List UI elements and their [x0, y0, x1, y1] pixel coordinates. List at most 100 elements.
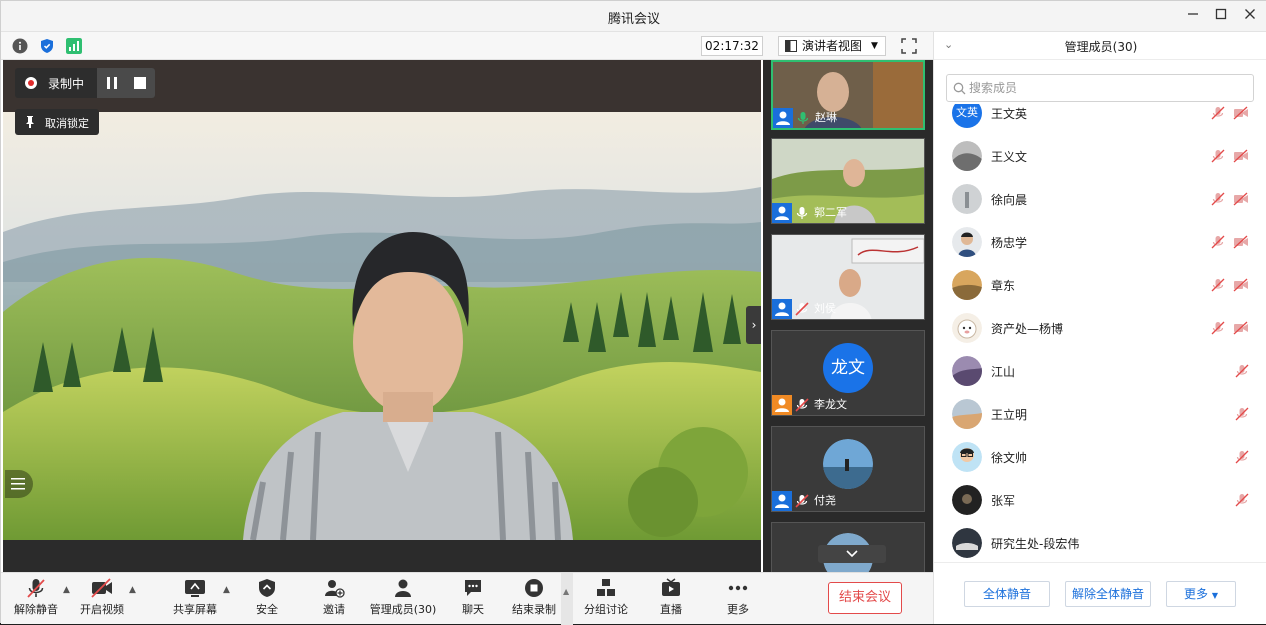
microphone-muted-icon[interactable] — [1211, 235, 1225, 249]
close-icon — [1245, 9, 1255, 19]
chat-icon — [465, 580, 481, 596]
microphone-muted-icon[interactable] — [1235, 450, 1249, 464]
thumbnail-participant[interactable]: 刘侯 — [771, 234, 925, 320]
microphone-muted-icon — [27, 579, 45, 598]
member-row[interactable]: 徐文帅 — [934, 436, 1266, 479]
toolbar-scroll-handle[interactable]: ▲ — [561, 573, 573, 625]
shield-icon[interactable] — [39, 38, 55, 54]
members-panel-header: ⌄ 管理成员(30) — [934, 32, 1266, 60]
caret-down-icon: ▼ — [1211, 591, 1218, 600]
unpin-button[interactable]: 取消锁定 — [15, 109, 99, 135]
more-button[interactable]: 更多 — [718, 577, 758, 623]
more-dots-icon — [728, 585, 748, 591]
chat-button[interactable]: 聊天 — [453, 577, 493, 623]
member-name: 张军 — [991, 494, 1016, 508]
mute-all-button[interactable]: 全体静音 — [964, 581, 1050, 607]
record-indicator-icon — [25, 77, 37, 89]
minimize-button[interactable] — [1180, 5, 1206, 27]
view-selector[interactable]: 演讲者视图 ▼ — [778, 36, 886, 56]
thumbnail-participant[interactable]: 龙文 李龙文 — [771, 330, 925, 416]
search-icon — [953, 82, 966, 95]
camera-off-icon[interactable] — [1233, 321, 1249, 335]
shield-icon — [259, 579, 275, 597]
start-video-button[interactable]: 开启视频 — [77, 577, 127, 623]
signal-icon[interactable] — [66, 38, 82, 54]
member-avatar — [952, 528, 982, 558]
stop-recording-button[interactable]: 结束录制 — [507, 577, 561, 623]
member-avatar — [952, 485, 982, 515]
main-video[interactable]: 录制中 取消锁定 › — [3, 60, 761, 572]
breakout-rooms-button[interactable]: 分组讨论 — [581, 577, 631, 623]
member-search-input[interactable] — [969, 78, 1239, 98]
camera-off-icon[interactable] — [1233, 192, 1249, 206]
panel-more-button[interactable]: 更多 ▼ — [1166, 581, 1236, 607]
microphone-muted-icon[interactable] — [1211, 278, 1225, 292]
live-stream-button[interactable]: 直播 — [651, 577, 691, 623]
thumbnail-participant[interactable]: 赵琳 — [771, 60, 925, 130]
share-screen-label: 共享屏幕 — [173, 603, 217, 616]
audio-options-caret-icon[interactable]: ▲ — [63, 585, 73, 595]
microphone-muted-icon[interactable] — [1211, 106, 1225, 120]
share-screen-button[interactable]: 共享屏幕 — [171, 577, 219, 623]
pin-icon — [26, 116, 34, 128]
close-button[interactable] — [1237, 5, 1263, 27]
thumbnail-participant[interactable] — [771, 522, 925, 572]
invite-button[interactable]: 邀请 — [314, 577, 354, 623]
scroll-down-button[interactable] — [818, 545, 886, 563]
info-icon[interactable] — [12, 38, 28, 54]
camera-off-icon[interactable] — [1233, 278, 1249, 292]
member-row[interactable]: 张军 — [934, 479, 1266, 522]
member-row[interactable]: 王立明 — [934, 393, 1266, 436]
participant-avatar — [823, 439, 873, 489]
thumbnail-participant[interactable]: 郭二军 — [771, 138, 925, 224]
microphone-muted-icon — [795, 398, 809, 412]
speaker-video-scene — [3, 112, 761, 540]
member-row[interactable]: 江山 — [934, 350, 1266, 393]
list-view-toggle[interactable] — [5, 470, 33, 498]
chat-label: 聊天 — [462, 603, 484, 616]
manage-members-label: 管理成员(30) — [369, 603, 437, 616]
participant-thumbnails: 赵琳 郭二军 刘侯 龙文 李龙文 付尧 — [763, 60, 933, 572]
member-row[interactable]: 资产处—杨博 — [934, 307, 1266, 350]
camera-off-icon[interactable] — [1233, 235, 1249, 249]
members-panel: ⌄ 管理成员(30) 文英 王文英 王义文 — [933, 32, 1266, 624]
member-search-box[interactable] — [946, 74, 1254, 102]
microphone-muted-icon[interactable] — [1211, 149, 1225, 163]
fullscreen-icon[interactable] — [901, 38, 917, 54]
thumbnail-collapse-button[interactable]: › — [746, 306, 761, 344]
security-label: 安全 — [256, 603, 278, 616]
share-screen-icon — [185, 580, 205, 597]
unmute-button[interactable]: 解除静音 — [11, 577, 61, 623]
pause-recording-icon[interactable] — [105, 76, 119, 90]
member-name: 研究生处-段宏伟 — [991, 537, 1080, 551]
chevron-down-icon: ▼ — [871, 41, 878, 51]
participant-avatar: 龙文 — [823, 343, 873, 393]
end-meeting-button[interactable]: 结束会议 — [828, 582, 902, 614]
member-avatar — [952, 442, 982, 472]
member-row[interactable]: 章东 — [934, 264, 1266, 307]
camera-off-icon — [91, 578, 112, 598]
microphone-muted-icon[interactable] — [1235, 364, 1249, 378]
microphone-muted-icon[interactable] — [1211, 192, 1225, 206]
video-options-caret-icon[interactable]: ▲ — [129, 585, 139, 595]
camera-off-icon[interactable] — [1233, 106, 1249, 120]
microphone-muted-icon[interactable] — [1235, 407, 1249, 421]
maximize-button[interactable] — [1208, 5, 1234, 27]
camera-off-icon[interactable] — [1233, 149, 1249, 163]
member-name: 王文英 — [991, 107, 1028, 121]
live-stream-label: 直播 — [660, 603, 682, 616]
member-row[interactable]: 王义文 — [934, 135, 1266, 178]
microphone-muted-icon[interactable] — [1235, 493, 1249, 507]
share-options-caret-icon[interactable]: ▲ — [223, 585, 233, 595]
thumbnail-participant[interactable]: 付尧 — [771, 426, 925, 512]
member-row[interactable]: 徐向晨 — [934, 178, 1266, 221]
manage-members-button[interactable]: 管理成员(30) — [369, 577, 437, 623]
member-row[interactable]: 文英 王文英 — [934, 104, 1266, 135]
unmute-all-button[interactable]: 解除全体静音 — [1065, 581, 1151, 607]
security-button[interactable]: 安全 — [247, 577, 287, 623]
member-row[interactable]: 研究生处-段宏伟 — [934, 522, 1266, 558]
microphone-icon — [797, 112, 809, 124]
member-row[interactable]: 杨忠学 — [934, 221, 1266, 264]
microphone-muted-icon[interactable] — [1211, 321, 1225, 335]
stop-recording-icon[interactable] — [133, 76, 147, 90]
